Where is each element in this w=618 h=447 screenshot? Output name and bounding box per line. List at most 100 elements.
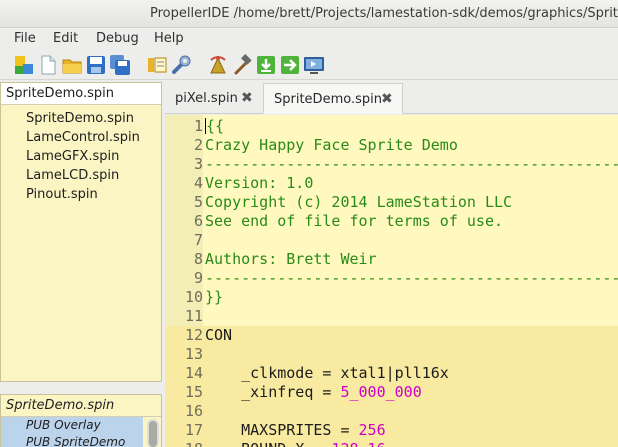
line-number: 16 bbox=[184, 402, 203, 420]
new-file-icon[interactable] bbox=[37, 54, 59, 76]
code-text: {{ bbox=[205, 117, 224, 136]
close-icon[interactable]: ✖ bbox=[381, 84, 393, 115]
code-text: }} bbox=[205, 288, 223, 307]
outline-panel-title: SpriteDemo.spin bbox=[1, 395, 161, 417]
file-list-item[interactable]: Pinout.spin bbox=[1, 185, 161, 204]
editor-tab-bar: piXel.spin ✖ SpriteDemo.spin ✖ bbox=[165, 80, 618, 114]
code-text: _clkmode = xtal1|pll16x bbox=[205, 364, 449, 383]
line-number: 15 bbox=[184, 383, 203, 401]
project-file-list: SpriteDemo.spin LameControl.spin LameGFX… bbox=[1, 105, 161, 204]
code-token: CON bbox=[205, 326, 233, 344]
code-text: MAXSPRITES = 256 bbox=[205, 421, 386, 440]
outline-scroll-thumb[interactable] bbox=[149, 421, 157, 447]
line-number: 14 bbox=[184, 364, 203, 382]
line-number: 4 bbox=[193, 174, 203, 192]
code-line[interactable]: 3 ---------------------------------------… bbox=[165, 155, 618, 174]
write-eeprom-icon[interactable] bbox=[279, 54, 301, 76]
file-list-item[interactable]: LameLCD.spin bbox=[1, 166, 161, 185]
close-icon[interactable]: ✖ bbox=[241, 83, 253, 114]
line-number: 5 bbox=[193, 193, 203, 211]
code-line[interactable]: 13 bbox=[165, 345, 618, 364]
line-number: 7 bbox=[193, 231, 203, 249]
code-token: ----------------------------------------… bbox=[205, 155, 618, 173]
code-line[interactable]: 15 _xinfreq = 5_000_000 bbox=[165, 383, 618, 402]
outline-panel: SpriteDemo.spin PUB Overlay PUB SpriteDe… bbox=[0, 394, 162, 447]
project-view-icon[interactable] bbox=[146, 54, 168, 76]
code-line[interactable]: 9 ---------------------------------------… bbox=[165, 269, 618, 288]
code-token: MAXSPRITES = bbox=[205, 421, 359, 439]
code-line[interactable]: 6 See end of file for terms of use. bbox=[165, 212, 618, 231]
code-line[interactable]: 4 Version: 1.0 bbox=[165, 174, 618, 193]
code-line[interactable]: 12 CON bbox=[165, 326, 618, 345]
line-number: 18 bbox=[165, 440, 203, 447]
menu-file[interactable]: File bbox=[14, 29, 36, 49]
project-panel-title[interactable]: SpriteDemo.spin bbox=[1, 83, 161, 105]
run-download-icon[interactable] bbox=[255, 54, 277, 76]
line-number: 8 bbox=[193, 250, 203, 268]
code-text: Version: 1.0 bbox=[205, 174, 313, 193]
code-line[interactable]: 11 bbox=[165, 307, 618, 326]
toolbar bbox=[0, 50, 618, 80]
terminal-icon[interactable] bbox=[303, 54, 325, 76]
tab-label: piXel.spin bbox=[175, 91, 238, 106]
file-list-item[interactable]: LameGFX.spin bbox=[1, 147, 161, 166]
outline-scrollbar[interactable] bbox=[147, 419, 159, 447]
code-line[interactable]: 7 bbox=[165, 231, 618, 250]
project-file-panel: SpriteDemo.spin SpriteDemo.spin LameCont… bbox=[0, 82, 162, 382]
code-line[interactable]: 16 bbox=[165, 402, 618, 421]
code-token: }} bbox=[205, 288, 224, 306]
code-token: _clkmode = xtal1|pll16x bbox=[205, 364, 449, 382]
code-token: 128-16 bbox=[331, 440, 385, 447]
file-list-item[interactable]: LameControl.spin bbox=[1, 128, 161, 147]
identify-antenna-icon[interactable] bbox=[207, 54, 229, 76]
code-token: 256 bbox=[358, 421, 386, 439]
window-title-bar: PropellerIDE /home/brett/Projects/lamest… bbox=[0, 0, 618, 28]
file-list-item[interactable]: SpriteDemo.spin bbox=[1, 109, 161, 128]
code-line[interactable]: 18 BOUND_X = 128-16 bbox=[165, 440, 618, 447]
code-token: ----------------------------------------… bbox=[205, 269, 618, 287]
code-text: BOUND_X = 128-16 bbox=[205, 440, 386, 447]
line-number: 17 bbox=[184, 421, 203, 439]
build-hammer-icon[interactable] bbox=[231, 54, 253, 76]
code-token: {{ bbox=[206, 117, 225, 135]
code-token: Version: 1.0 bbox=[205, 174, 314, 192]
new-project-icon[interactable] bbox=[13, 54, 35, 76]
code-token: 5_000_000 bbox=[340, 383, 422, 401]
code-token: See end of file for terms of use. bbox=[205, 212, 504, 230]
code-token: Authors: Brett Weir bbox=[205, 250, 377, 268]
line-number: 10 bbox=[184, 288, 203, 306]
code-text: Authors: Brett Weir bbox=[205, 250, 377, 269]
code-text: Copyright (c) 2014 LameStation LLC bbox=[205, 193, 512, 212]
code-line[interactable]: 14 _clkmode = xtal1|pll16x bbox=[165, 364, 618, 383]
code-line[interactable]: 5 Copyright (c) 2014 LameStation LLC bbox=[165, 193, 618, 212]
code-editor[interactable]: 1{{2 Crazy Happy Face Sprite Demo 3 -------… bbox=[165, 115, 618, 447]
line-number: 3 bbox=[193, 155, 203, 173]
outline-item[interactable]: PUB Overlay bbox=[1, 417, 143, 434]
line-number: 2 bbox=[193, 136, 203, 154]
code-line[interactable]: 17 MAXSPRITES = 256 bbox=[165, 421, 618, 440]
code-text: ----------------------------------------… bbox=[205, 155, 618, 174]
line-number: 11 bbox=[184, 307, 203, 325]
panel-splitter[interactable] bbox=[0, 382, 162, 394]
code-line[interactable]: 2 Crazy Happy Face Sprite Demo bbox=[165, 136, 618, 155]
line-number: 13 bbox=[184, 345, 203, 363]
code-line[interactable]: 10}} bbox=[165, 288, 618, 307]
menu-help[interactable]: Help bbox=[154, 29, 184, 49]
code-token: BOUND_X = bbox=[205, 440, 331, 447]
tab-pixel-spin[interactable]: piXel.spin ✖ bbox=[165, 83, 257, 114]
tab-spritedemo-spin[interactable]: SpriteDemo.spin ✖ bbox=[263, 83, 403, 114]
open-folder-icon[interactable] bbox=[61, 54, 83, 76]
code-text: CON bbox=[205, 326, 232, 345]
code-text: Crazy Happy Face Sprite Demo bbox=[205, 136, 458, 155]
line-number: 12 bbox=[184, 326, 203, 344]
menu-debug[interactable]: Debug bbox=[96, 29, 139, 49]
code-line[interactable]: 8 Authors: Brett Weir bbox=[165, 250, 618, 269]
menu-edit[interactable]: Edit bbox=[53, 29, 78, 49]
preferences-wrench-icon[interactable] bbox=[170, 54, 192, 76]
save-icon[interactable] bbox=[85, 54, 107, 76]
code-line[interactable]: 1{{ bbox=[165, 117, 618, 136]
code-text: See end of file for terms of use. bbox=[205, 212, 503, 231]
save-all-icon[interactable] bbox=[109, 54, 131, 76]
outline-item[interactable]: PUB SpriteDemo bbox=[1, 434, 143, 447]
line-number: 9 bbox=[193, 269, 203, 287]
